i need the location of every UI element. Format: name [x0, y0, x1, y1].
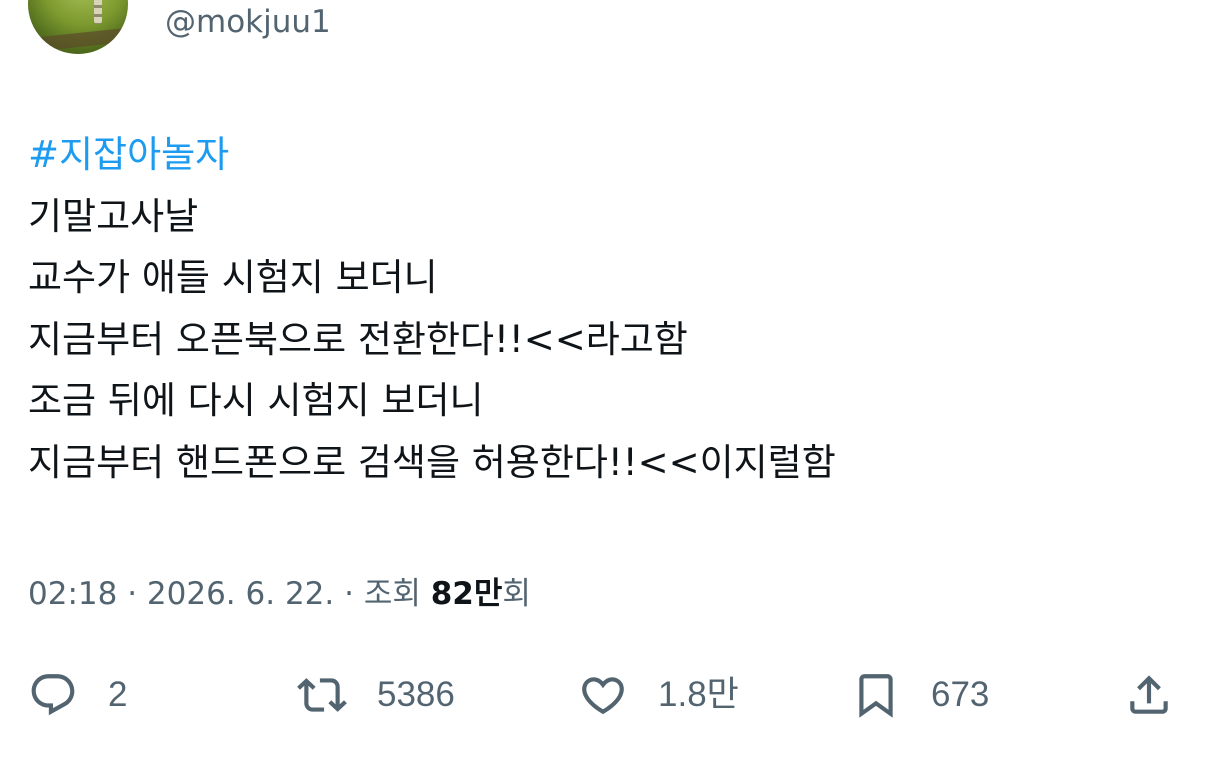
- like-count: 1.8만: [658, 675, 739, 714]
- views-label: 조회: [363, 576, 431, 612]
- bookmark-button[interactable]: 673: [851, 660, 989, 730]
- tweet-line-1: 기말고사날: [28, 194, 199, 238]
- tweet-line-5: 지금부터 핸드폰으로 검색을 허용한다!!<<이지럴함: [28, 440, 836, 484]
- reply-button[interactable]: 2: [28, 660, 127, 730]
- retweet-icon: [297, 678, 347, 712]
- action-bar: 2 5386 1.8만 673: [0, 660, 1206, 730]
- meta-separator: ·: [334, 576, 364, 612]
- heart-icon: [582, 677, 624, 715]
- tweet-line-4: 조금 뒤에 다시 시험지 보더니: [28, 379, 484, 422]
- tweet-time[interactable]: 02:18: [28, 576, 117, 612]
- author-handle[interactable]: @mokjuu1: [165, 2, 331, 42]
- reply-icon: [31, 674, 75, 716]
- tweet-date[interactable]: 2026. 6. 22.: [147, 576, 334, 612]
- tweet-text: #지잡아놀자 기말고사날 교수가 애들 시험지 보더니 지금부터 오픈북으로 전…: [28, 124, 836, 493]
- retweet-count: 5386: [377, 675, 455, 714]
- share-icon: [1130, 675, 1168, 714]
- like-button[interactable]: 1.8만: [578, 660, 739, 730]
- views-suffix: 회: [502, 576, 531, 612]
- avatar-branch: [28, 25, 128, 53]
- hashtag-link[interactable]: #지잡아놀자: [28, 124, 836, 186]
- meta-separator: ·: [117, 576, 147, 612]
- bookmark-count: 673: [931, 675, 990, 714]
- reply-count: 2: [108, 675, 128, 714]
- views-count[interactable]: 82만: [431, 576, 503, 612]
- tweet-meta: 02:18 · 2026. 6. 22. · 조회 82만회: [28, 572, 531, 616]
- share-button[interactable]: [1124, 660, 1174, 730]
- tweet-line-2: 교수가 애들 시험지 보더니: [28, 256, 438, 299]
- tweet-line-3: 지금부터 오픈북으로 전환한다!!<<라고함: [28, 317, 688, 361]
- avatar[interactable]: [28, 0, 128, 54]
- avatar-plant-stem: [94, 0, 102, 24]
- retweet-button[interactable]: 5386: [297, 660, 455, 730]
- bookmark-icon: [859, 674, 893, 718]
